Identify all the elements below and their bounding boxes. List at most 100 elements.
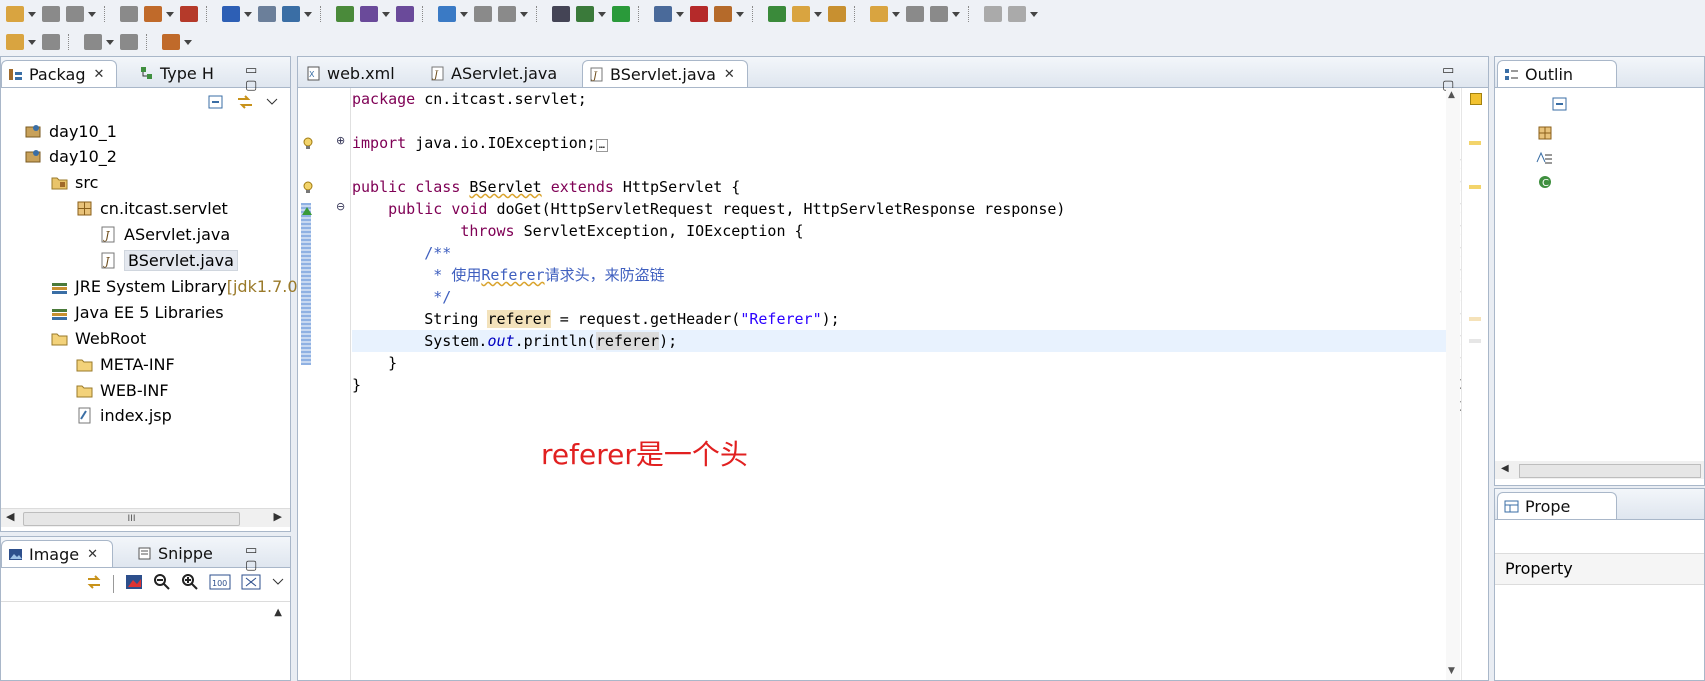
dropdown-arrow-icon[interactable] [892, 11, 900, 17]
tree-item[interactable]: WEB-INF [76, 377, 169, 403]
view-menu-icon[interactable] [265, 93, 279, 115]
minimize-maximize-icon[interactable]: ▭ ▢ [245, 63, 290, 93]
dropdown-arrow-icon[interactable] [598, 11, 606, 17]
new-icon[interactable] [6, 6, 24, 22]
run-icon[interactable] [612, 6, 630, 22]
dropdown-arrow-icon[interactable] [244, 11, 252, 17]
dropdown-arrow-icon[interactable] [184, 39, 192, 45]
warning-marker[interactable] [1469, 185, 1481, 189]
code-area[interactable]: 123101112131415161718192021 package cn.i… [298, 88, 1488, 680]
dropdown-arrow-icon[interactable] [106, 39, 114, 45]
dropdown-arrow-icon[interactable] [28, 11, 36, 17]
property-column-header[interactable]: Property [1505, 559, 1573, 578]
scroll-left-icon[interactable]: ◀ [1501, 463, 1509, 474]
zoom-out-icon[interactable] [153, 573, 171, 595]
warning-lightbulb-icon[interactable] [302, 180, 316, 198]
server-icon[interactable] [258, 6, 276, 22]
dropdown-arrow-icon[interactable] [28, 39, 36, 45]
box-blue-icon[interactable] [222, 6, 240, 22]
open-folder-icon[interactable] [792, 6, 810, 22]
tree-item[interactable]: index.jsp [76, 403, 172, 429]
tree-item[interactable]: day10_1 [25, 118, 117, 144]
tree-item[interactable]: day10_2 [25, 144, 117, 170]
dropdown-arrow-icon[interactable] [814, 11, 822, 17]
tab-type-hierarchy[interactable]: Type H [133, 60, 225, 87]
expand-fold-icon[interactable]: ⊕ [336, 134, 345, 147]
tab-package-explorer[interactable]: Packag ✕ [1, 60, 117, 87]
tree-item[interactable]: Java EE 5 Libraries [51, 299, 224, 325]
folder-edit-icon[interactable] [870, 6, 888, 22]
dropdown-arrow-icon[interactable] [304, 11, 312, 17]
tree-item[interactable]: cn.itcast.servlet [76, 196, 228, 222]
save-icon[interactable] [42, 6, 60, 22]
class-icon[interactable]: C [1537, 174, 1553, 194]
tree-item[interactable]: src [51, 170, 98, 196]
bug-icon[interactable] [576, 6, 594, 22]
collapse-fold-icon[interactable]: ⊖ [336, 200, 345, 213]
forward-icon[interactable] [162, 34, 180, 50]
view-menu-icon[interactable] [271, 573, 285, 595]
horizontal-scrollbar[interactable]: ◀ [1495, 461, 1704, 479]
tab-snippets[interactable]: Snippe [131, 540, 223, 567]
occurrence-marker[interactable] [1469, 339, 1481, 343]
scroll-right-icon[interactable]: ▶ [274, 510, 282, 523]
prev-annotation-icon[interactable] [930, 6, 948, 22]
dropdown-arrow-icon[interactable] [736, 11, 744, 17]
tab-bservlet-java[interactable]: J BServlet.java ✕ [582, 60, 748, 87]
run-config-icon[interactable] [336, 6, 354, 22]
scroll-down-icon[interactable]: ▼ [1448, 666, 1455, 676]
tab-aservlet-java[interactable]: J AServlet.java [424, 60, 576, 87]
coverage-icon[interactable] [690, 6, 708, 22]
tree-item[interactable]: WebRoot [51, 325, 146, 351]
tree-item[interactable]: META-INF [76, 351, 175, 377]
next-edit-icon[interactable] [6, 34, 24, 50]
dropdown-arrow-icon[interactable] [1030, 11, 1038, 17]
dropdown-arrow-icon[interactable] [460, 11, 468, 17]
package-declaration-icon[interactable] [1537, 125, 1553, 145]
dropdown-arrow-icon[interactable] [952, 11, 960, 17]
tree-item[interactable]: J AServlet.java [100, 222, 230, 248]
new-package-icon[interactable] [396, 6, 414, 22]
print-icon[interactable] [120, 6, 138, 22]
zoom-in-icon[interactable] [181, 573, 199, 595]
fit-icon[interactable] [241, 573, 261, 595]
last-edit-icon[interactable] [42, 34, 60, 50]
import-declarations-icon[interactable] [1535, 150, 1553, 170]
scroll-thumb[interactable] [1519, 464, 1701, 478]
scroll-up-icon[interactable]: ▲ [274, 607, 282, 618]
refresh-icon[interactable] [768, 6, 786, 22]
box-red-icon[interactable] [180, 6, 198, 22]
dropdown-arrow-icon[interactable] [382, 11, 390, 17]
tab-image[interactable]: Image ✕ [1, 540, 113, 567]
tab-properties[interactable]: Prope [1497, 492, 1617, 519]
tree-item[interactable]: J BServlet.java [100, 248, 238, 274]
minimize-maximize-icon[interactable]: ▭ ▢ [245, 543, 290, 573]
dropdown-arrow-icon[interactable] [166, 11, 174, 17]
scroll-up-icon[interactable]: ▲ [1448, 90, 1455, 100]
tab-web-xml[interactable]: X web.xml [300, 60, 420, 87]
next-annotation-icon[interactable] [906, 6, 924, 22]
new-java-project-icon[interactable] [360, 6, 378, 22]
save-all-icon[interactable] [66, 6, 84, 22]
scroll-thumb[interactable]: III [23, 512, 240, 526]
tree-item[interactable]: JRE System Library [jdk1.7.0 [51, 273, 298, 299]
camera-icon[interactable] [552, 6, 570, 22]
pin-icon[interactable] [984, 6, 1002, 22]
dropdown-arrow-icon[interactable] [676, 11, 684, 17]
scroll-left-icon[interactable]: ◀ [6, 510, 14, 523]
override-marker-icon[interactable] [301, 202, 313, 220]
warning-marker[interactable] [1469, 141, 1481, 145]
link-with-editor-icon[interactable] [235, 93, 255, 115]
warning-lightbulb-icon[interactable] [302, 136, 316, 154]
tab-outline[interactable]: Outlin [1497, 60, 1617, 87]
dropdown-arrow-icon[interactable] [88, 11, 96, 17]
back-history-icon[interactable] [84, 34, 102, 50]
back-icon[interactable] [120, 34, 138, 50]
show-whitespace-icon[interactable] [1008, 6, 1026, 22]
close-icon[interactable]: ✕ [93, 67, 104, 82]
zoom-100-icon[interactable]: 100 [209, 573, 231, 595]
collapse-all-icon[interactable] [1551, 95, 1569, 117]
warning-summary-icon[interactable] [1470, 93, 1482, 105]
image-view-icon[interactable] [125, 573, 143, 595]
web-globe-icon[interactable] [438, 6, 456, 22]
